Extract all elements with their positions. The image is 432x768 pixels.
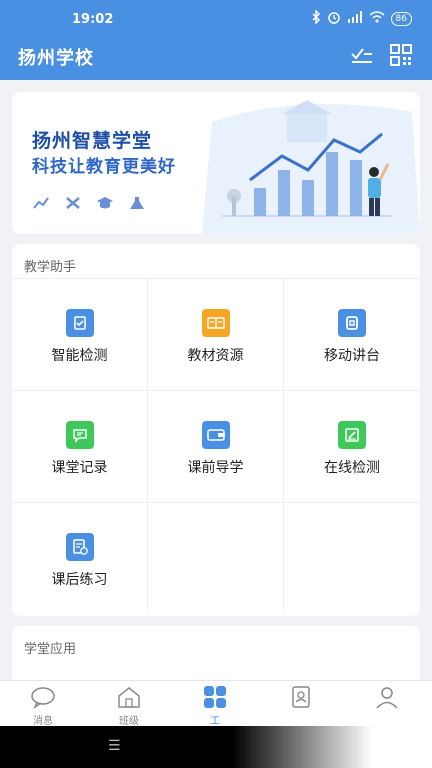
grid-item-smart-test[interactable]: 智能检测 (12, 278, 148, 390)
signal-icon (347, 11, 363, 26)
alarm-icon (327, 10, 341, 27)
menu-icon[interactable]: ☰ (108, 738, 121, 754)
grid-item-online-test[interactable]: 在线检测 (284, 390, 420, 502)
clipboard-icon (65, 309, 94, 337)
promo-banner[interactable]: 扬州智慧学堂 科技让教育更美好 (12, 92, 420, 234)
teaching-assistant-section: 教学助手 智能检测 教材资源 移动讲台 课堂记录 课前导学 在线检测 课后练习 (12, 244, 420, 616)
status-bar: 19:02 86 (0, 6, 432, 30)
checklist-icon (351, 48, 372, 63)
tools-icon (66, 197, 80, 209)
grid-item-mobile-podium[interactable]: 移动讲台 (284, 278, 420, 390)
tab-workbench[interactable]: 工 (172, 681, 258, 727)
tab-class[interactable]: 班级 (86, 681, 172, 727)
wifi-icon (369, 11, 385, 26)
tab-label: 工 (210, 716, 220, 727)
qr-code-icon (390, 44, 412, 66)
banner-subtitle: 科技让教育更美好 (32, 157, 176, 177)
qr-scan-button[interactable] (390, 44, 414, 66)
status-icons: 86 (311, 9, 412, 27)
app-header: 19:02 86 扬州学校 (0, 0, 432, 80)
tab-label: 消息 (33, 716, 53, 727)
grid-item-label: 移动讲台 (324, 348, 380, 364)
grid-icon (204, 686, 226, 708)
profile-icon (376, 687, 398, 709)
document-clock-icon (65, 533, 94, 561)
bottom-tab-bar: 消息 班级 工 (0, 680, 432, 727)
flask-icon (130, 197, 144, 209)
home-icon (118, 687, 140, 708)
nav-overlay (232, 726, 432, 768)
tab-contacts[interactable] (258, 681, 344, 727)
bluetooth-icon (311, 9, 321, 27)
grid-item-textbook-resources[interactable]: 教材资源 (148, 278, 284, 390)
grid-cell-empty (148, 502, 284, 614)
tab-label: 班级 (119, 716, 139, 727)
edit-icon (338, 421, 366, 449)
grid-item-label: 智能检测 (51, 348, 108, 364)
grid-item-label: 在线检测 (324, 460, 380, 476)
tab-profile[interactable] (344, 681, 430, 727)
grid-cell-empty (284, 502, 420, 614)
grid-item-class-record[interactable]: 课堂记录 (12, 390, 148, 502)
system-nav-bar: ☰ (0, 726, 432, 768)
school-apps-section: 学堂应用 (12, 626, 420, 686)
section-title: 教学助手 (24, 260, 77, 275)
message-icon (31, 687, 55, 709)
status-time: 19:02 (72, 12, 114, 27)
banner-title: 扬州智慧学堂 (32, 130, 153, 152)
chart-icon (33, 197, 49, 209)
contacts-icon (292, 686, 310, 708)
chat-icon (65, 421, 94, 449)
grid-item-label: 课前导学 (187, 460, 244, 476)
grid-item-label: 教材资源 (187, 348, 244, 364)
grid-item-label: 课堂记录 (51, 460, 108, 476)
teaching-grid: 智能检测 教材资源 移动讲台 课堂记录 课前导学 在线检测 课后练习 (12, 278, 420, 614)
banner-icon-row (32, 196, 146, 210)
battery-indicator: 86 (390, 11, 412, 26)
grid-item-pre-class-guide[interactable]: 课前导学 (148, 390, 284, 502)
page-title: 扬州学校 (18, 48, 94, 69)
section-title: 学堂应用 (24, 642, 77, 657)
podium-icon (338, 309, 366, 337)
grid-item-label: 课后练习 (51, 572, 108, 588)
wallet-icon (201, 421, 230, 449)
grid-item-after-class-practice[interactable]: 课后练习 (12, 502, 148, 614)
book-icon (201, 309, 230, 337)
tab-messages[interactable]: 消息 (0, 681, 86, 727)
checklist-button[interactable] (350, 44, 374, 66)
graduation-cap-icon (97, 197, 113, 209)
education-illustration (202, 100, 420, 234)
